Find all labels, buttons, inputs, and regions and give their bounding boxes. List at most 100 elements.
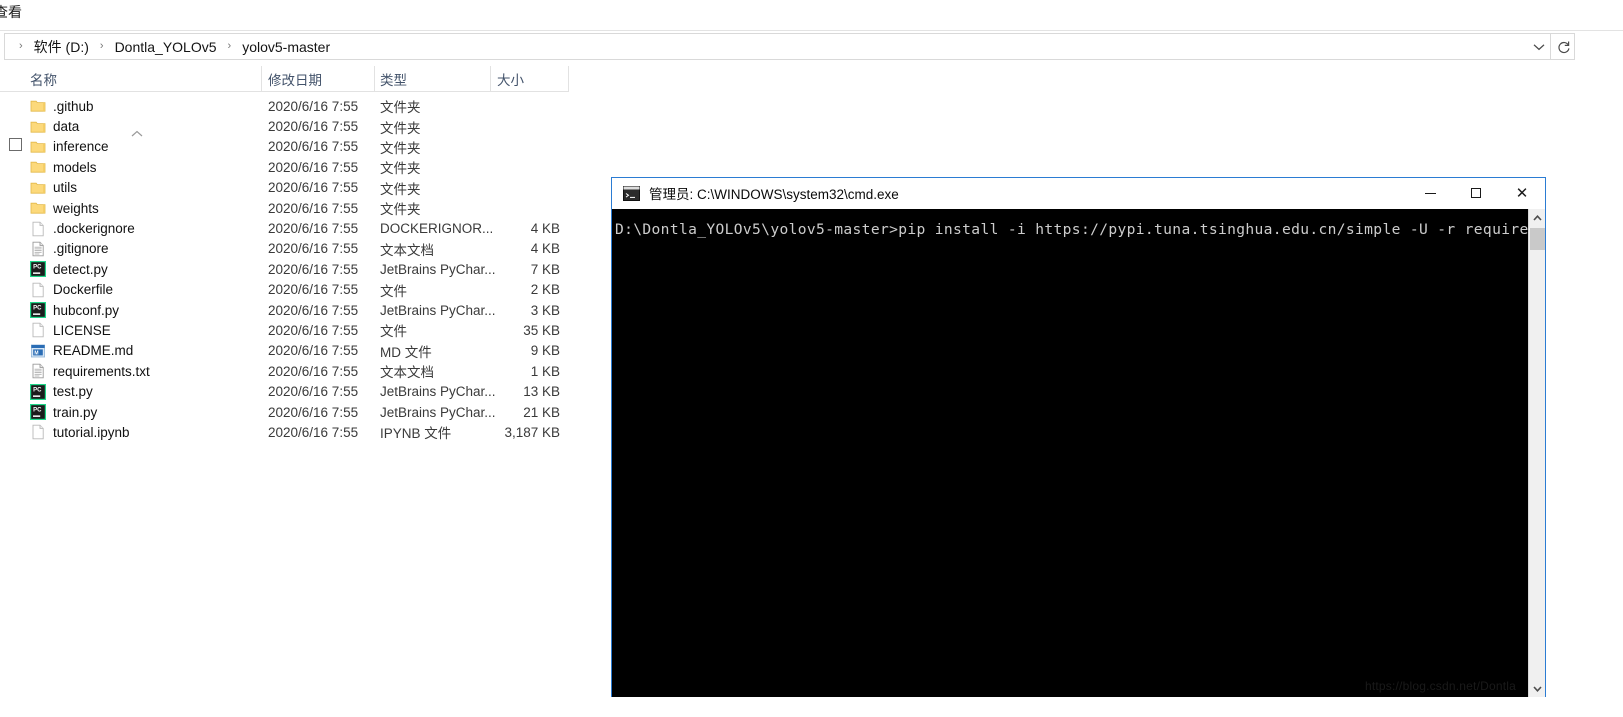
file-name-cell[interactable]: models xyxy=(30,159,97,175)
file-name-cell[interactable]: data xyxy=(30,119,79,135)
breadcrumb-item-dontla-yolov5[interactable]: Dontla_YOLOv5 xyxy=(113,37,219,57)
text-file-icon xyxy=(30,241,46,257)
file-row[interactable]: PC test.py 2020/6/16 7:55 JetBrains PyChar.… xyxy=(0,381,620,401)
breadcrumb-separator-1: › xyxy=(99,40,104,52)
file-row[interactable]: Dockerfile 2020/6/16 7:55 文件 2 KB xyxy=(0,280,620,300)
file-name-label: utils xyxy=(53,180,78,196)
svg-text:PC: PC xyxy=(33,387,42,393)
file-row[interactable]: utils 2020/6/16 7:55 文件夹 xyxy=(0,178,620,198)
folder-icon xyxy=(30,139,46,155)
folder-icon xyxy=(30,98,46,114)
file-date-cell: 2020/6/16 7:55 xyxy=(268,363,359,379)
file-name-cell[interactable]: Dockerfile xyxy=(30,282,113,298)
close-button[interactable]: ✕ xyxy=(1499,178,1545,208)
console-output-area[interactable]: D:\Dontla_YOLOv5\yolov5-master>pip insta… xyxy=(612,209,1528,697)
pycharm-icon: PC xyxy=(30,404,46,421)
text-file-icon xyxy=(30,363,46,379)
cmd-window[interactable]: 管理员: C:\WINDOWS\system32\cmd.exe ✕ D:\Do… xyxy=(611,177,1546,697)
svg-text:PC: PC xyxy=(33,408,42,414)
file-name-cell[interactable]: M README.md xyxy=(30,343,133,359)
file-row[interactable]: PC hubconf.py 2020/6/16 7:55 JetBrains PyCh… xyxy=(0,300,620,320)
file-row[interactable]: PC train.py 2020/6/16 7:55 JetBrains PyChar… xyxy=(0,402,620,422)
file-date-cell: 2020/6/16 7:55 xyxy=(268,200,359,216)
file-size-cell: 4 KB xyxy=(530,221,560,237)
file-name-cell[interactable]: tutorial.ipynb xyxy=(30,424,130,440)
file-row[interactable]: tutorial.ipynb 2020/6/16 7:55 IPYNB 文件 3,18… xyxy=(0,422,620,442)
file-list[interactable]: .github 2020/6/16 7:55 文件夹 data 2020/6/16 7:… xyxy=(0,96,620,443)
file-date-cell: 2020/6/16 7:55 xyxy=(268,384,359,400)
file-row[interactable]: models 2020/6/16 7:55 文件夹 xyxy=(0,157,620,177)
column-divider-2[interactable] xyxy=(374,66,375,91)
file-date-cell: 2020/6/16 7:55 xyxy=(268,241,359,257)
file-row[interactable]: requirements.txt 2020/6/16 7:55 文本文档 1 KB xyxy=(0,361,620,381)
column-divider-3[interactable] xyxy=(490,66,491,91)
column-header-size[interactable]: 大小 xyxy=(497,66,567,91)
minimize-button[interactable] xyxy=(1407,178,1453,208)
file-type-cell: 文件夹 xyxy=(380,140,421,156)
file-type-cell: 文件夹 xyxy=(380,100,421,116)
cmd-title-text: 管理员: C:\WINDOWS\system32\cmd.exe xyxy=(649,187,899,202)
file-row[interactable]: data 2020/6/16 7:55 文件夹 xyxy=(0,116,620,136)
ribbon-strip: 查看 xyxy=(0,0,1623,30)
column-header-type[interactable]: 类型 xyxy=(380,66,485,91)
file-size-cell: 4 KB xyxy=(530,241,560,257)
file-row[interactable]: LICENSE 2020/6/16 7:55 文件 35 KB xyxy=(0,320,620,340)
maximize-icon xyxy=(1471,188,1481,198)
file-row[interactable]: .dockerignore 2020/6/16 7:55 DOCKERIGNOR..… xyxy=(0,218,620,238)
file-name-cell[interactable]: .dockerignore xyxy=(30,221,135,237)
cmd-body: D:\Dontla_YOLOv5\yolov5-master>pip insta… xyxy=(612,209,1545,697)
console-scrollbar[interactable] xyxy=(1528,209,1545,697)
cmd-title-bar[interactable]: 管理员: C:\WINDOWS\system32\cmd.exe ✕ xyxy=(612,178,1545,209)
chevron-down-icon[interactable] xyxy=(1527,33,1551,60)
file-name-cell[interactable]: LICENSE xyxy=(30,322,111,338)
blank-file-icon xyxy=(30,322,46,338)
ribbon-tab-view[interactable]: 查看 xyxy=(0,2,22,22)
file-date-cell: 2020/6/16 7:55 xyxy=(268,119,359,135)
file-date-cell: 2020/6/16 7:55 xyxy=(268,302,359,318)
scrollbar-thumb[interactable] xyxy=(1530,228,1545,250)
file-name-label: .github xyxy=(53,98,94,114)
file-name-cell[interactable]: PC train.py xyxy=(30,404,97,421)
file-name-cell[interactable]: PC test.py xyxy=(30,383,93,400)
breadcrumb-item-yolov5-master[interactable]: yolov5-master xyxy=(240,37,332,57)
file-date-cell: 2020/6/16 7:55 xyxy=(268,98,359,114)
file-size-cell: 9 KB xyxy=(530,343,560,359)
scrollbar-down-icon[interactable] xyxy=(1529,680,1546,697)
file-name-label: data xyxy=(53,119,80,135)
file-name-label: inference xyxy=(53,139,109,155)
file-name-cell[interactable]: PC hubconf.py xyxy=(30,302,119,319)
close-icon: ✕ xyxy=(1515,184,1529,202)
file-name-cell[interactable]: inference xyxy=(30,139,109,155)
cmd-window-controls: ✕ xyxy=(1407,178,1545,208)
column-header-name[interactable]: 名称 xyxy=(30,66,265,91)
file-name-label: .dockerignore xyxy=(53,221,135,237)
file-row[interactable]: inference 2020/6/16 7:55 文件夹 xyxy=(0,137,620,157)
column-header-date[interactable]: 修改日期 xyxy=(268,66,373,91)
file-row[interactable]: weights 2020/6/16 7:55 文件夹 xyxy=(0,198,620,218)
file-name-cell[interactable]: weights xyxy=(30,200,99,216)
file-row[interactable]: .gitignore 2020/6/16 7:55 文本文档 4 KB xyxy=(0,239,620,259)
file-name-cell[interactable]: PC detect.py xyxy=(30,261,108,278)
file-name-cell[interactable]: requirements.txt xyxy=(30,363,150,379)
column-divider-1[interactable] xyxy=(261,66,262,91)
file-name-cell[interactable]: .gitignore xyxy=(30,241,109,257)
file-size-cell: 1 KB xyxy=(530,363,560,379)
file-date-cell: 2020/6/16 7:55 xyxy=(268,424,359,440)
refresh-icon[interactable] xyxy=(1550,33,1577,60)
column-header-row: 名称 修改日期 类型 大小 xyxy=(0,66,1623,151)
console-icon xyxy=(623,185,640,201)
breadcrumb: › 软件 (D:) › Dontla_YOLOv5 › yolov5-maste… xyxy=(10,33,332,60)
file-name-cell[interactable]: .github xyxy=(30,98,94,114)
file-type-cell: 文件 xyxy=(380,283,407,299)
file-type-cell: 文件 xyxy=(380,324,407,340)
file-row[interactable]: M README.md 2020/6/16 7:55 MD 文件 9 KB xyxy=(0,341,620,361)
column-divider-4[interactable] xyxy=(568,66,569,91)
scrollbar-up-icon[interactable] xyxy=(1529,209,1546,226)
file-type-cell: 文件夹 xyxy=(380,161,421,177)
breadcrumb-item-drive[interactable]: 软件 (D:) xyxy=(32,35,91,59)
file-row[interactable]: PC detect.py 2020/6/16 7:55 JetBrains PyCha… xyxy=(0,259,620,279)
file-row[interactable]: .github 2020/6/16 7:55 文件夹 xyxy=(0,96,620,116)
maximize-button[interactable] xyxy=(1453,178,1499,208)
ribbon-divider xyxy=(0,30,1623,31)
file-name-cell[interactable]: utils xyxy=(30,180,77,196)
